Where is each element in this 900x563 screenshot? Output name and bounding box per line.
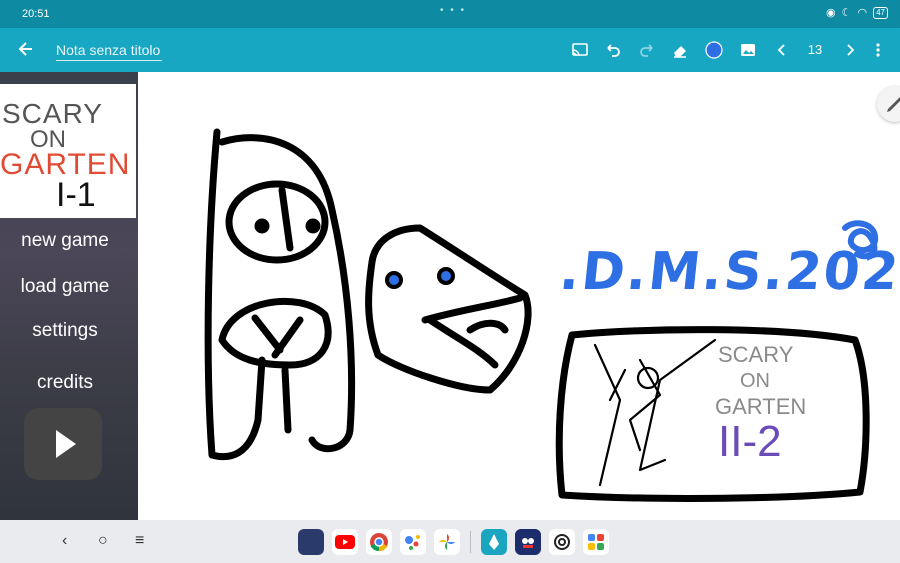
- insert-image-icon[interactable]: [738, 40, 758, 60]
- nav-back-icon[interactable]: ‹: [62, 532, 67, 550]
- play-icon[interactable]: [24, 408, 102, 480]
- box-title-line4: II-2: [718, 417, 782, 466]
- figure-face-stroke: [278, 186, 294, 252]
- figure-arms-stroke: [218, 297, 332, 434]
- pen-app-icon[interactable]: [481, 529, 507, 555]
- app-icon-game[interactable]: [298, 529, 324, 555]
- creature-eye-left: [385, 271, 403, 289]
- chatgpt-icon[interactable]: [549, 529, 575, 555]
- box-title-line2: ON: [740, 370, 770, 392]
- prev-page-icon[interactable]: [772, 40, 792, 60]
- menu-credits: credits: [37, 372, 93, 393]
- nav-recents-icon[interactable]: ≡: [135, 532, 144, 550]
- clock: 20:51: [22, 8, 50, 20]
- menu-load-game: load game: [20, 276, 110, 297]
- more-menu-icon[interactable]: [868, 40, 888, 60]
- creature-eye-right: [437, 267, 455, 285]
- undo-icon[interactable]: [603, 40, 623, 60]
- note-title-input[interactable]: Nota senza titolo: [56, 42, 162, 61]
- status-bar: 20:51 • • • ◉ ☾ ◠ 47: [0, 0, 900, 28]
- signature-flourish-icon: [842, 220, 879, 260]
- game-logo: SCARY ON GARTEN I-1: [0, 84, 136, 218]
- pasted-game-screenshot[interactable]: SCARY ON GARTEN I-1 new game load game s…: [0, 72, 138, 520]
- box-title-line1: SCARY: [718, 342, 794, 367]
- dock-separator: [470, 531, 471, 553]
- wifi-icon: ◠: [857, 7, 868, 19]
- pen-tool-fab[interactable]: [877, 86, 900, 122]
- photos-icon[interactable]: [434, 529, 460, 555]
- assistant-icon[interactable]: [400, 529, 426, 555]
- huggy-game-icon[interactable]: [515, 529, 541, 555]
- nav-home-icon[interactable]: ○: [98, 532, 108, 550]
- back-arrow-icon[interactable]: [16, 39, 36, 59]
- app-dock: [298, 529, 609, 555]
- app-drawer-icon[interactable]: [583, 529, 609, 555]
- stick-figure-stroke: [593, 338, 717, 487]
- menu-new-game: new game: [21, 230, 109, 251]
- status-icons: ◉ ☾ ◠ 47: [826, 6, 888, 19]
- figure-eye-right: [305, 218, 321, 234]
- multitask-dots-icon[interactable]: • • •: [440, 5, 466, 16]
- chrome-icon[interactable]: [366, 529, 392, 555]
- moon-icon: ☾: [841, 7, 852, 19]
- figure-eye-left: [254, 218, 270, 234]
- app-toolbar: Nota senza titolo 13: [0, 28, 900, 72]
- record-icon: ◉: [826, 7, 836, 19]
- logo-line4: I-1: [56, 176, 96, 214]
- eraser-icon[interactable]: [670, 40, 690, 60]
- thumbnail-box-stroke: [555, 326, 870, 502]
- next-page-icon[interactable]: [840, 40, 860, 60]
- battery-icon: 47: [873, 6, 888, 19]
- creature-stroke: [365, 224, 532, 394]
- redo-icon[interactable]: [637, 40, 657, 60]
- youtube-icon[interactable]: [332, 529, 358, 555]
- page-number: 13: [807, 42, 823, 57]
- cast-icon[interactable]: [570, 40, 590, 60]
- pen-color-swatch[interactable]: [704, 40, 724, 60]
- menu-settings: settings: [32, 320, 98, 341]
